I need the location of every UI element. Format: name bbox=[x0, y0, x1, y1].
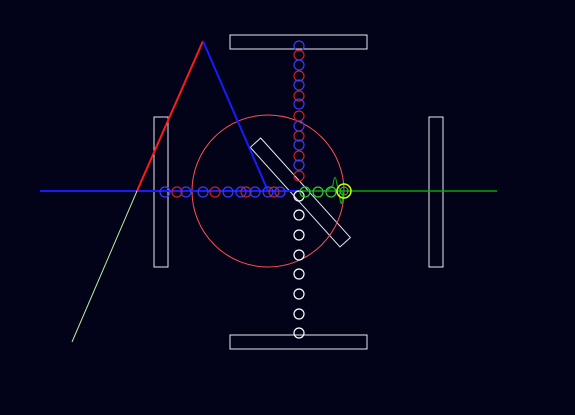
optics-scene bbox=[0, 0, 575, 415]
background bbox=[0, 0, 575, 415]
